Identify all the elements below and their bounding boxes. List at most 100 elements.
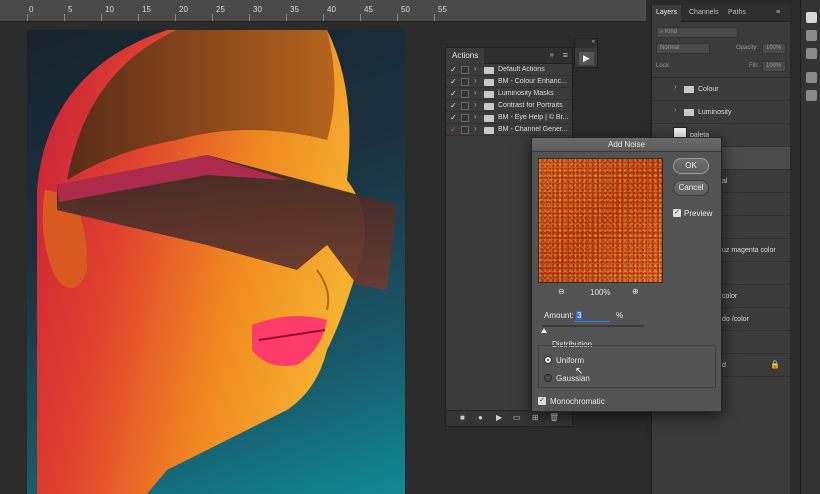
collapse-panel-icon[interactable]: »	[550, 50, 554, 59]
tab-layers[interactable]: Layers	[652, 5, 682, 22]
layer-name: uz magenta color	[722, 247, 776, 254]
noise-preview[interactable]	[538, 158, 663, 283]
action-set-row[interactable]: ✓ › BM - Colour Enhanc...	[446, 76, 572, 88]
monochromatic-checkbox[interactable]: ✓	[538, 397, 546, 405]
dialog-toggle-icon[interactable]	[461, 126, 469, 134]
check-icon[interactable]: ✓	[450, 113, 458, 122]
check-icon[interactable]: ✓	[450, 65, 458, 74]
folder-icon	[484, 115, 494, 122]
trash-icon[interactable]: 🗑	[549, 413, 559, 422]
layers-icon[interactable]	[806, 12, 817, 23]
opacity-field[interactable]: 100%	[762, 43, 786, 54]
tab-channels[interactable]: Channels	[685, 5, 723, 22]
paths-icon[interactable]	[806, 72, 817, 83]
gaussian-radio[interactable]	[544, 374, 552, 382]
chevron-right-icon[interactable]: ›	[474, 88, 477, 97]
action-set-row[interactable]: ✓ › Contrast for Portraits	[446, 100, 572, 112]
action-set-label: BM - Channel Gener...	[498, 126, 568, 133]
record-icon[interactable]: ●	[478, 413, 483, 422]
uniform-radio[interactable]	[544, 356, 552, 364]
visibility-icon[interactable]	[656, 108, 664, 116]
folder-icon	[684, 109, 694, 116]
action-set-label: BM - Colour Enhanc...	[498, 78, 567, 85]
stop-icon[interactable]: ■	[460, 413, 465, 422]
check-icon[interactable]: ✓	[450, 101, 458, 110]
actions-tabbar: Actions » ≡	[446, 48, 572, 64]
channels-icon[interactable]	[806, 48, 817, 59]
visibility-icon[interactable]	[656, 85, 664, 93]
blend-mode-select[interactable]: Normal	[656, 43, 710, 54]
chevron-right-icon[interactable]: ›	[474, 124, 477, 133]
preview-checkbox[interactable]: ✓	[673, 209, 681, 217]
preview-zoom-controls: ⊖ 100% ⊕	[538, 287, 663, 299]
zoom-out-icon[interactable]: ⊖	[558, 287, 565, 296]
chevron-right-icon[interactable]: ›	[474, 64, 477, 73]
dialog-toggle-icon[interactable]	[461, 66, 469, 74]
chevron-right-icon[interactable]: ›	[674, 107, 676, 114]
action-set-row[interactable]: ✓ › BM - Eye Help | © Br...	[446, 112, 572, 124]
layer-group-row[interactable]: › Colour	[652, 78, 790, 101]
action-set-row[interactable]: ✓ › Default Actions	[446, 64, 572, 76]
dialog-toggle-icon[interactable]	[461, 114, 469, 122]
panel-menu-icon[interactable]: ≡	[563, 50, 568, 60]
layer-name: d	[722, 362, 726, 369]
zoom-in-icon[interactable]: ⊕	[632, 287, 639, 296]
add-noise-dialog: Add Noise ⊖ 100% ⊕ OK Cancel ✓ Preview A…	[531, 137, 722, 412]
folder-icon	[484, 79, 494, 86]
layer-filter-field[interactable]: ⌕ Kind	[656, 27, 738, 38]
ruler-mark: 20	[179, 5, 188, 14]
action-set-label: Luminosity Masks	[498, 90, 554, 97]
chevron-right-icon[interactable]: ›	[474, 76, 477, 85]
ruler-mark: 25	[216, 5, 225, 14]
ruler-mark: 15	[142, 5, 151, 14]
fill-field[interactable]: 100%	[762, 61, 786, 72]
folder-icon	[484, 67, 494, 74]
chevron-right-icon[interactable]: ›	[674, 84, 676, 91]
zoom-level: 100%	[590, 288, 611, 297]
check-icon[interactable]: ✓	[450, 77, 458, 86]
ruler-mark: 5	[68, 5, 73, 14]
ok-button[interactable]: OK	[673, 158, 709, 174]
amount-slider-track[interactable]	[542, 325, 644, 327]
panel-menu-icon[interactable]: ≡	[772, 5, 784, 22]
layer-filter-placeholder: Kind	[665, 29, 678, 35]
adjustments-icon[interactable]	[806, 30, 817, 41]
tab-actions[interactable]: Actions	[446, 48, 485, 64]
dialog-toggle-icon[interactable]	[461, 90, 469, 98]
chevron-right-icon[interactable]: ›	[474, 112, 477, 121]
mouse-cursor-icon: ↖	[575, 366, 584, 377]
panel-dock-strip	[800, 0, 820, 494]
layer-group-row[interactable]: › Luminosity	[652, 101, 790, 124]
action-set-row[interactable]: ✓ › Luminosity Masks	[446, 88, 572, 100]
dialog-title: Add Noise	[532, 138, 721, 152]
new-action-icon[interactable]: ⊞	[532, 413, 539, 422]
amount-input[interactable]: 3	[574, 311, 610, 322]
ruler-mark: 50	[401, 5, 410, 14]
monochromatic-label: Monochromatic	[550, 397, 605, 406]
dialog-toggle-icon[interactable]	[461, 102, 469, 110]
play-icon[interactable]: ▶	[579, 52, 594, 65]
ruler-mark: 30	[253, 5, 262, 14]
action-set-label: Contrast for Portraits	[498, 102, 563, 109]
amount-unit: %	[616, 311, 624, 320]
check-icon[interactable]: ✓	[450, 89, 458, 98]
play-icon[interactable]: ▶	[496, 413, 502, 422]
amount-slider-thumb[interactable]	[541, 328, 547, 333]
amount-label: Amount:	[544, 311, 574, 320]
folder-icon[interactable]: ▭	[513, 413, 521, 422]
properties-icon[interactable]	[806, 90, 817, 101]
action-set-row[interactable]: ✓ › BM - Channel Gener...	[446, 124, 572, 136]
dialog-toggle-icon[interactable]	[461, 78, 469, 86]
portrait-photo[interactable]	[27, 30, 405, 494]
amount-value: 3	[576, 311, 583, 320]
cancel-button[interactable]: Cancel	[673, 180, 709, 196]
layers-tabbar: Layers Channels Paths ≡	[652, 5, 790, 22]
folder-icon	[484, 127, 494, 134]
folder-icon	[484, 91, 494, 98]
ruler-mark: 0	[29, 5, 34, 14]
chevron-right-icon[interactable]: ›	[474, 100, 477, 109]
lock-icon: 🔒	[770, 360, 780, 369]
ruler-mark: 40	[327, 5, 336, 14]
tab-paths[interactable]: Paths	[724, 5, 750, 22]
check-icon[interactable]: ✓	[450, 125, 458, 134]
